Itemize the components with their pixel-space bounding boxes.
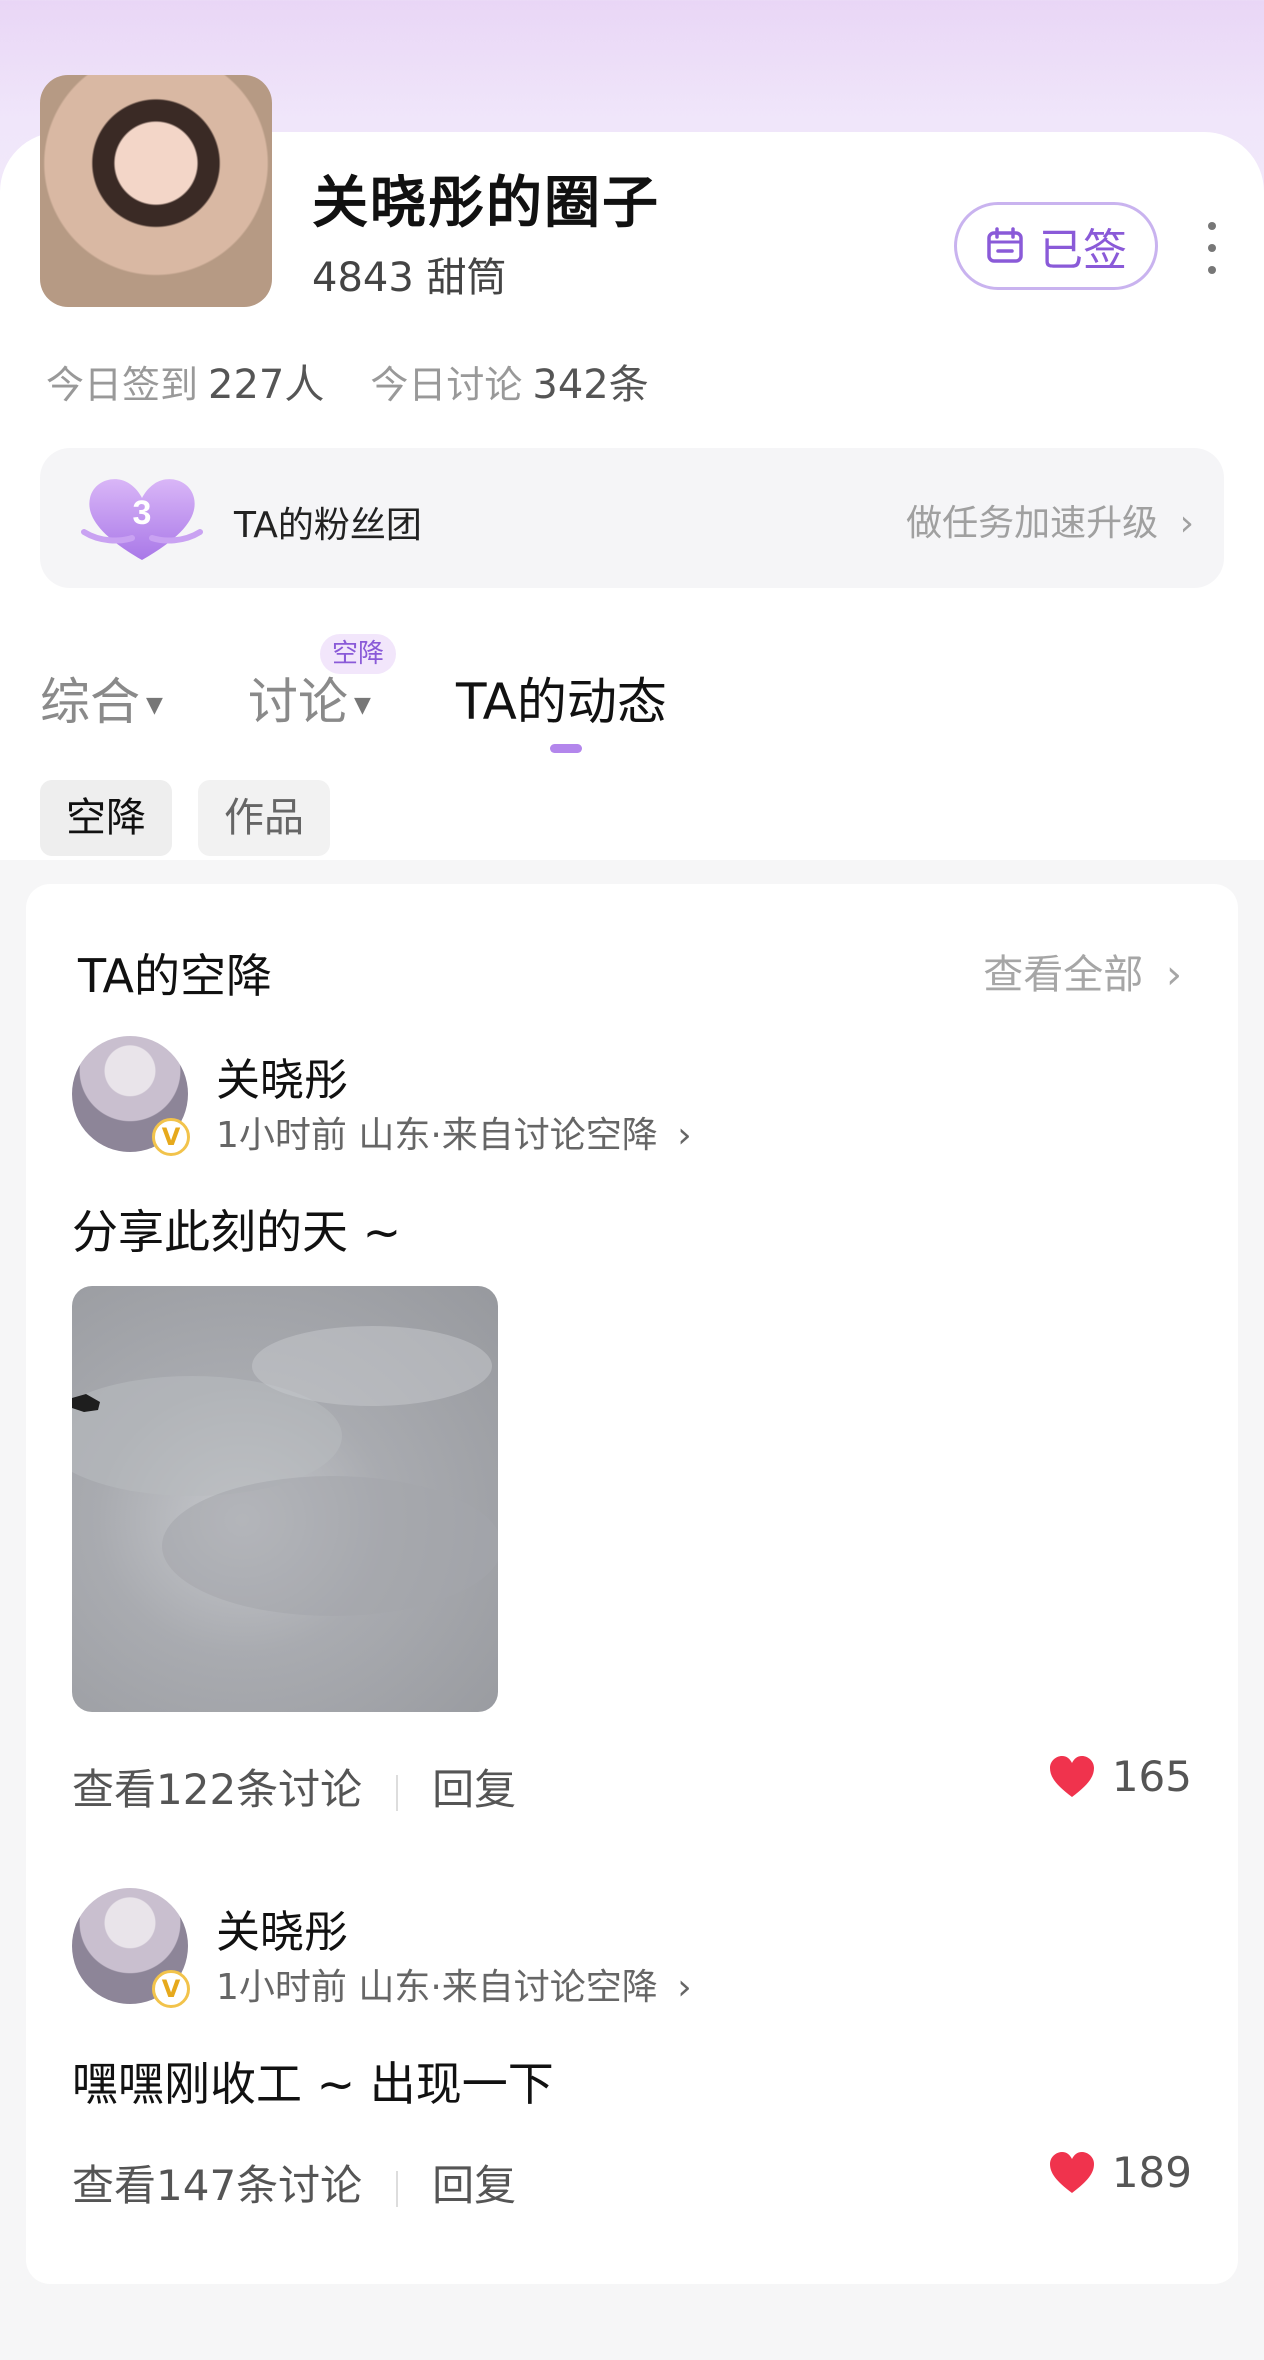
- verified-icon: V: [152, 1970, 190, 2008]
- post-author-name[interactable]: 关晓彤: [216, 1896, 348, 1960]
- today-stats: 今日签到 227人 今日讨论 342条: [46, 352, 649, 410]
- see-all-link[interactable]: 查看全部 ›: [983, 942, 1182, 1000]
- view-discussions-link[interactable]: 查看122条讨论: [72, 1765, 362, 1814]
- post-meta-text: 1小时前 山东·来自讨论空降: [216, 1967, 658, 2008]
- chevron-right-icon: ›: [677, 1967, 692, 2008]
- chevron-right-icon: ›: [677, 1115, 692, 1156]
- fan-level-heart-icon: 3: [81, 479, 203, 560]
- circle-title: 关晓彤的圈子: [312, 171, 660, 236]
- more-options-icon[interactable]: [1200, 222, 1224, 274]
- discuss-label: 今日讨论: [370, 363, 523, 407]
- see-all-text: 查看全部: [983, 952, 1144, 998]
- like-button[interactable]: 165: [1048, 1752, 1192, 1801]
- fans-count: 4843 甜筒: [312, 255, 507, 301]
- chip-works[interactable]: 作品: [198, 780, 330, 856]
- like-count: 189: [1111, 2148, 1192, 2197]
- post-actions: 查看122条讨论 回复: [72, 1756, 516, 1817]
- tab-discussion-badge: 空降: [320, 634, 397, 674]
- chip-airdrop[interactable]: 空降: [40, 780, 172, 856]
- signed-button[interactable]: 已签: [954, 202, 1158, 290]
- reply-button[interactable]: 回复: [432, 1765, 516, 1814]
- tab-ta-activity-label: TA的动态: [456, 673, 667, 731]
- view-discussions-link[interactable]: 查看147条讨论: [72, 2161, 362, 2210]
- post-actions: 查看147条讨论 回复: [72, 2152, 516, 2213]
- active-tab-indicator: [550, 744, 582, 753]
- section-title: TA的空降: [78, 949, 272, 1003]
- signed-label: 已签: [1039, 225, 1127, 276]
- heart-icon: [1049, 1755, 1094, 1797]
- tab-overview[interactable]: 综合 ▼: [40, 662, 163, 734]
- chevron-right-icon: ›: [1166, 952, 1182, 998]
- post-meta[interactable]: 1小时前 山东·来自讨论空降 ›: [216, 1106, 692, 1158]
- post-text: 分享此刻的天 ~: [72, 1205, 402, 1259]
- circle-avatar[interactable]: [40, 75, 272, 307]
- tab-overview-label: 综合: [40, 673, 140, 731]
- discuss-value: 342条: [532, 362, 649, 408]
- checkin-label: 今日签到: [46, 363, 199, 407]
- sky-photo: [72, 1326, 498, 1616]
- post-image[interactable]: [72, 1286, 498, 1712]
- calendar-icon: [987, 227, 1023, 263]
- verified-icon: V: [152, 1118, 190, 1156]
- like-count: 165: [1111, 1752, 1192, 1801]
- post-meta[interactable]: 1小时前 山东·来自讨论空降 ›: [216, 1958, 692, 2010]
- post-author-name[interactable]: 关晓彤: [216, 1044, 348, 1108]
- fan-level-number: 3: [133, 494, 152, 532]
- fan-club-label: TA的粉丝团: [234, 505, 422, 546]
- checkin-value: 227人: [208, 362, 325, 408]
- post-meta-text: 1小时前 山东·来自讨论空降: [216, 1115, 658, 1156]
- tab-ta-activity[interactable]: TA的动态: [456, 662, 667, 734]
- fan-club-banner[interactable]: 3 TA的粉丝团 做任务加速升级 ›: [40, 448, 1224, 588]
- heart-icon: [1049, 2151, 1094, 2193]
- post-text: 嘿嘿刚收工 ~ 出现一下: [72, 2057, 554, 2111]
- fan-club-upgrade-text: 做任务加速升级: [906, 503, 1159, 544]
- chevron-right-icon: ›: [1179, 503, 1194, 544]
- tab-discussion-label: 讨论: [248, 673, 348, 731]
- like-button[interactable]: 189: [1048, 2148, 1192, 2197]
- caret-down-icon: ▼: [354, 693, 371, 718]
- reply-button[interactable]: 回复: [432, 2161, 516, 2210]
- fan-club-upgrade-link[interactable]: 做任务加速升级 ›: [906, 494, 1194, 546]
- caret-down-icon: ▼: [146, 693, 163, 718]
